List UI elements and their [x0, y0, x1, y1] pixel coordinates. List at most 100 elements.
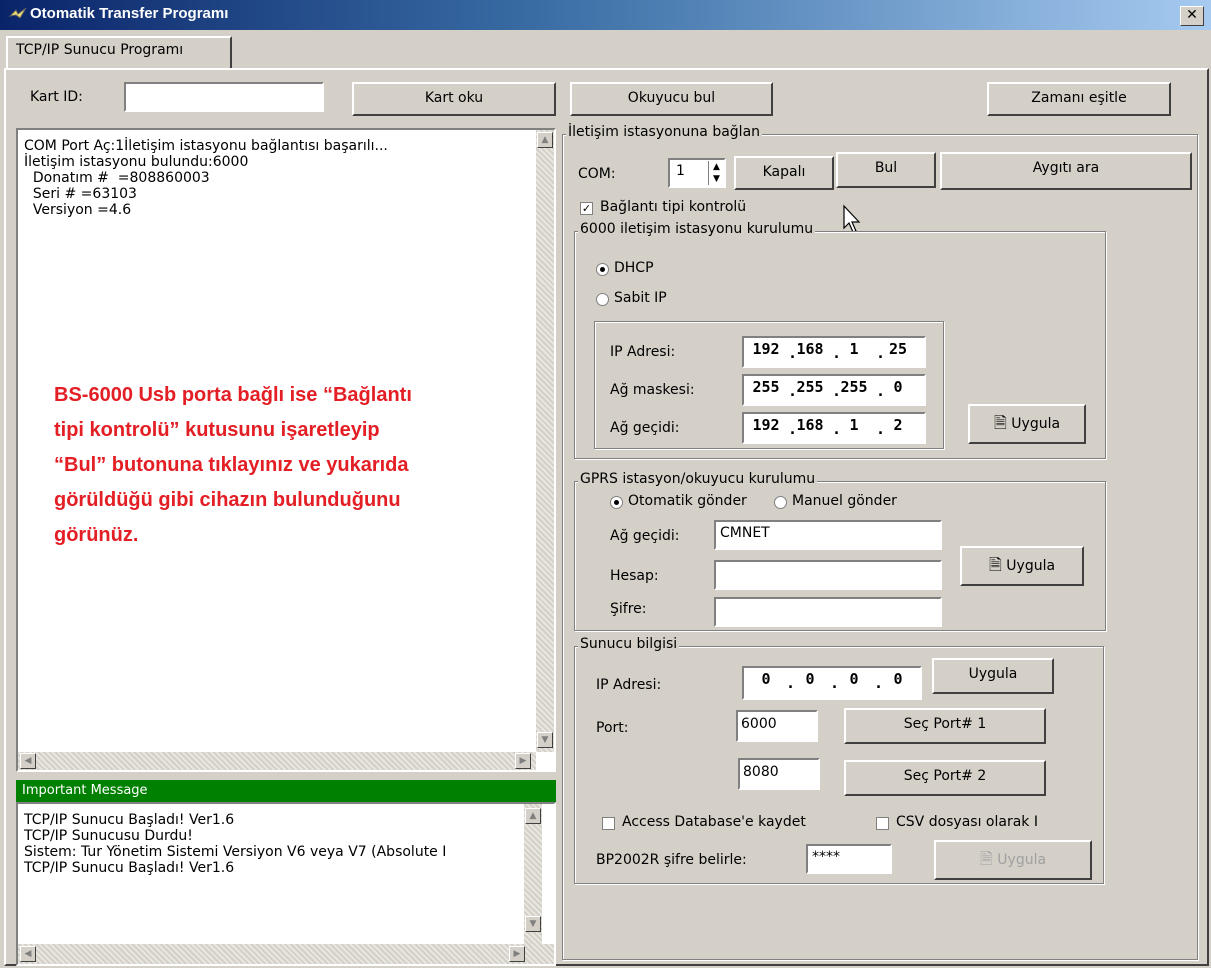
- message-line: TCP/IP Sunucusu Durdu!: [24, 828, 193, 844]
- scroll-left-icon[interactable]: ◀: [20, 753, 36, 769]
- log-hscrollbar[interactable]: [18, 752, 536, 770]
- gw-octet: 2: [893, 416, 903, 434]
- access-checkbox[interactable]: [602, 817, 615, 830]
- mask-octet: 255: [752, 378, 780, 396]
- mask-input[interactable]: 255. 255. 255. 0: [742, 374, 926, 406]
- kart-id-input[interactable]: [124, 82, 324, 112]
- gateway-input[interactable]: 192. 168. 1. 2: [742, 412, 926, 444]
- manuel-label: Manuel gönder: [792, 493, 897, 509]
- scroll-up-icon[interactable]: ▲: [525, 808, 541, 824]
- annotation-line: tipi kontrolü” kutusunu işaretleyip: [54, 419, 380, 441]
- log-line: Donatım # =808860003: [24, 170, 210, 186]
- dhcp-radio[interactable]: [596, 263, 609, 276]
- gprs-apply-button[interactable]: 🗎 Uygula: [960, 546, 1084, 586]
- mouse-cursor-icon: [843, 204, 861, 233]
- sifre-label: Şifre:: [610, 601, 647, 617]
- mask-octet: 255: [796, 378, 824, 396]
- scroll-left-icon[interactable]: ◀: [20, 946, 36, 962]
- sec-port1-button[interactable]: Seç Port# 1: [844, 708, 1046, 744]
- sabit-ip-radio[interactable]: [596, 293, 609, 306]
- apply-label: Uygula: [1011, 416, 1061, 432]
- server-ip-octet: 0: [761, 670, 771, 688]
- com-label: COM:: [578, 166, 616, 182]
- annotation-line: görünüz.: [54, 524, 139, 546]
- csv-label: CSV dosyası olarak I: [896, 814, 1038, 830]
- port-label: Port:: [596, 720, 629, 736]
- okuyucu-bul-button[interactable]: Okuyucu bul: [570, 82, 773, 116]
- tab-tcpip[interactable]: TCP/IP Sunucu Programı: [6, 36, 232, 68]
- log-vscrollbar[interactable]: [536, 130, 554, 752]
- annotation-line: “Bul” butonuna tıklayınız ve yukarıda: [54, 454, 409, 476]
- mask-label: Ağ maskesi:: [610, 382, 695, 398]
- ip-octet: 25: [888, 340, 908, 358]
- gprs-gateway-input[interactable]: CMNET: [714, 520, 942, 550]
- mask-octet: 0: [893, 378, 903, 396]
- scroll-right-icon[interactable]: ▶: [515, 753, 531, 769]
- apply-icon: 🗎: [979, 849, 993, 868]
- bp-apply-button[interactable]: 🗎 Uygula: [934, 840, 1092, 880]
- message-line: Sistem: Tur Yönetim Sistemi Versiyon V6 …: [24, 844, 447, 860]
- log-line: Seri # =63103: [24, 186, 137, 202]
- hesap-input[interactable]: [714, 560, 942, 590]
- setup6000-legend: 6000 iletişim istasyonu kurulumu: [578, 221, 816, 237]
- baglanti-label: Bağlantı tipi kontrolü: [600, 199, 747, 215]
- app-icon: [8, 7, 27, 19]
- setup6000-apply-button[interactable]: 🗎 Uygula: [968, 404, 1086, 444]
- bul-button[interactable]: Bul: [836, 152, 936, 188]
- log-line: İletişim istasyonu bulundu:6000: [24, 154, 249, 170]
- zamani-esitle-button[interactable]: Zamanı eşitle: [987, 82, 1171, 116]
- bp-password-input[interactable]: ****: [806, 844, 892, 874]
- mask-octet: 255: [840, 378, 868, 396]
- server-ip-input[interactable]: 0. 0. 0. 0: [742, 666, 922, 700]
- kart-oku-button[interactable]: Kart oku: [352, 82, 556, 116]
- kapali-button[interactable]: Kapalı: [734, 156, 834, 190]
- log-line: Versiyon =4.6: [24, 202, 132, 218]
- msg-hscrollbar[interactable]: [18, 944, 554, 964]
- ip-label: IP Adresi:: [610, 344, 676, 360]
- apply-label: Uygula: [1006, 558, 1056, 574]
- com-spinner[interactable]: 1 ▲ ▼: [668, 158, 726, 188]
- csv-checkbox[interactable]: [876, 817, 889, 830]
- otomatik-label: Otomatik gönder: [628, 493, 747, 509]
- window-title: Otomatik Transfer Programı: [30, 5, 229, 22]
- scroll-down-icon[interactable]: ▼: [537, 732, 553, 748]
- important-header: Important Message: [16, 780, 556, 802]
- annotation-line: görüldüğü gibi cihazın bulunduğunu: [54, 489, 401, 511]
- annotation-line: BS-6000 Usb porta bağlı ise “Bağlantı: [54, 384, 412, 406]
- sifre-input[interactable]: [714, 597, 942, 627]
- server-ip-octet: 0: [849, 670, 859, 688]
- gw-octet: 192: [752, 416, 780, 434]
- ip-octet: 168: [796, 340, 824, 358]
- ip-octet: 192: [752, 340, 780, 358]
- apply-label: Uygula: [997, 852, 1047, 868]
- port1-input[interactable]: 6000: [736, 710, 818, 742]
- message-line: TCP/IP Sunucu Başladı! Ver1.6: [24, 812, 235, 828]
- ip-input[interactable]: 192. 168. 1. 25: [742, 336, 926, 368]
- apply-icon: 🗎: [993, 413, 1007, 432]
- scroll-down-icon[interactable]: ▼: [525, 916, 541, 932]
- spinner-arrows-icon[interactable]: ▲ ▼: [708, 161, 724, 185]
- server-ip-label: IP Adresi:: [596, 677, 662, 693]
- important-box[interactable]: TCP/IP Sunucu Başladı! Ver1.6 TCP/IP Sun…: [16, 802, 556, 966]
- bp-label: BP2002R şifre belirle:: [596, 852, 747, 868]
- server-ip-octet: 0: [805, 670, 815, 688]
- gw-octet: 168: [796, 416, 824, 434]
- ip-octet: 1: [849, 340, 859, 358]
- scroll-up-icon[interactable]: ▲: [537, 132, 553, 148]
- kart-id-label: Kart ID:: [30, 89, 83, 105]
- sec-port2-button[interactable]: Seç Port# 2: [844, 760, 1046, 796]
- apply-icon: 🗎: [988, 555, 1002, 574]
- gprs-gateway-label: Ağ geçidi:: [610, 528, 680, 544]
- manuel-radio[interactable]: [774, 496, 787, 509]
- annotation-text: BS-6000 Usb porta bağlı ise “Bağlantı ti…: [54, 378, 412, 553]
- port2-input[interactable]: 8080: [738, 758, 820, 790]
- server-apply-button[interactable]: Uygula: [932, 658, 1054, 694]
- aygiti-ara-button[interactable]: Aygıtı ara: [940, 152, 1192, 190]
- otomatik-radio[interactable]: [610, 496, 623, 509]
- dhcp-label: DHCP: [614, 260, 654, 276]
- close-button[interactable]: ✕: [1180, 6, 1204, 26]
- sabit-ip-label: Sabit IP: [614, 290, 667, 306]
- connect-legend: İletişim istasyonuna bağlan: [566, 124, 763, 140]
- baglanti-checkbox[interactable]: ✓: [580, 202, 593, 215]
- scroll-right-icon[interactable]: ▶: [509, 946, 525, 962]
